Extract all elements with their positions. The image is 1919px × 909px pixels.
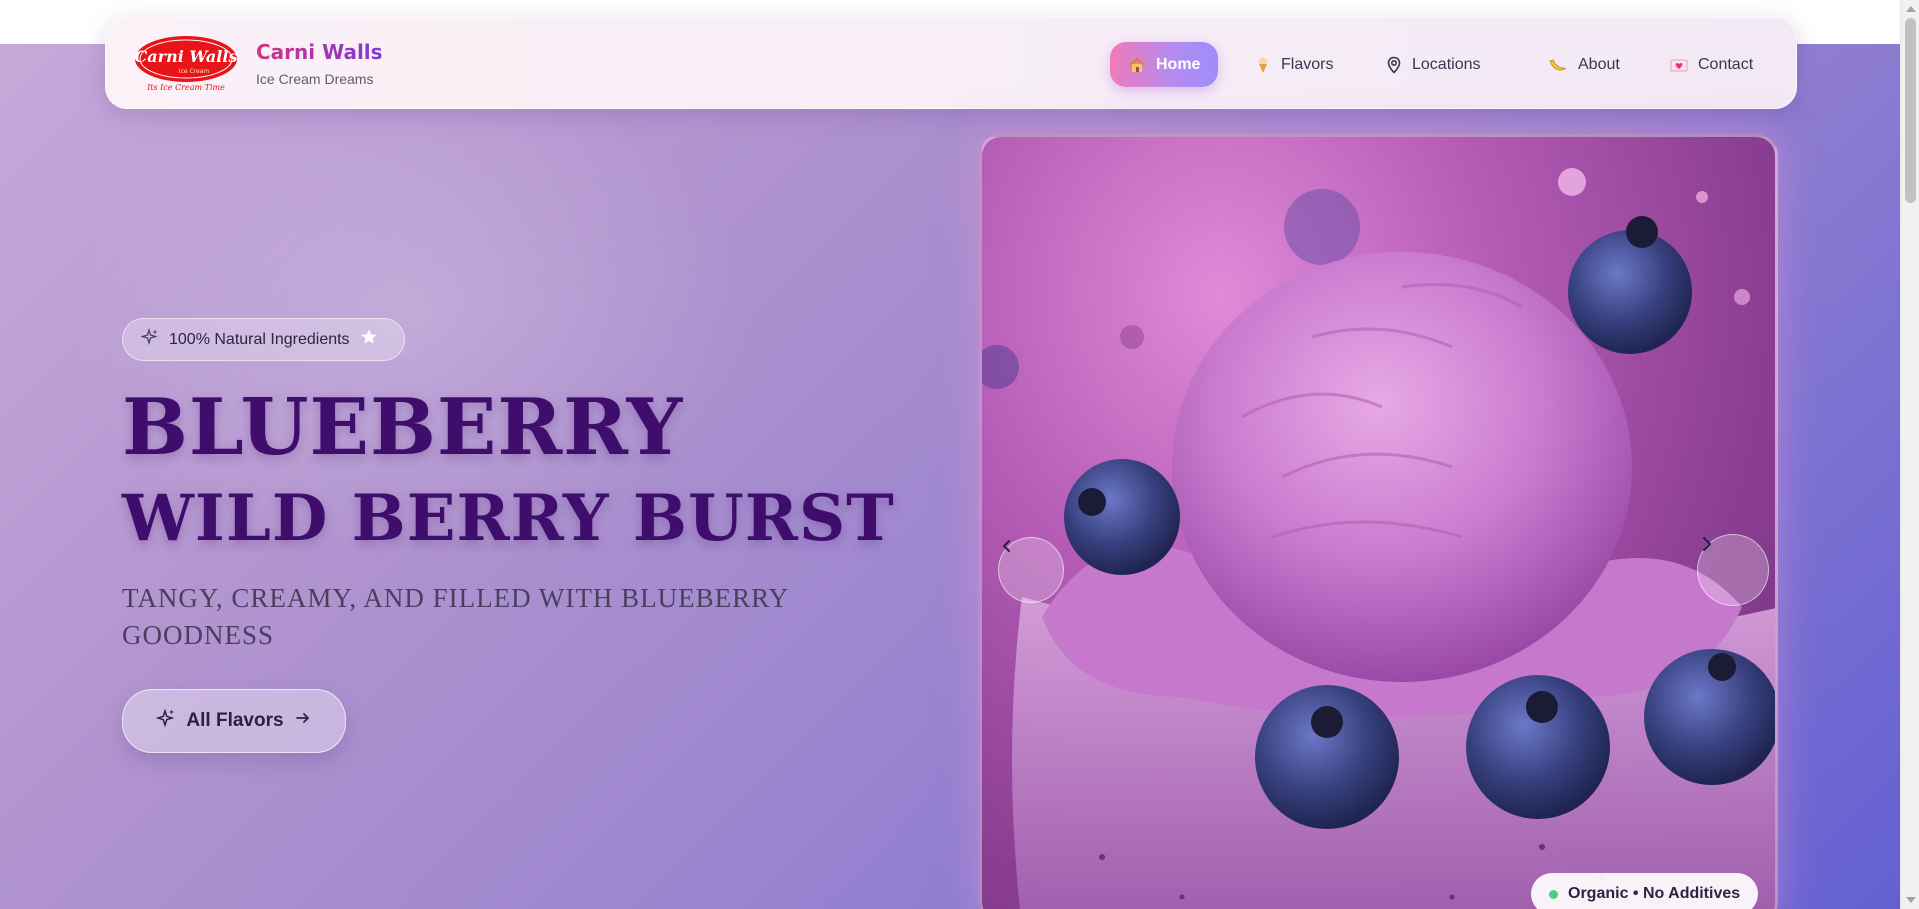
nav-contact[interactable]: Contact — [1652, 42, 1771, 87]
nav-locations-label: Locations — [1412, 55, 1481, 73]
nav-flavors[interactable]: Flavors — [1237, 42, 1351, 87]
nav-locations[interactable]: Locations — [1368, 42, 1499, 87]
svg-text:Its Ice Cream Time: Its Ice Cream Time — [146, 83, 225, 92]
scroll-down-icon[interactable] — [1906, 897, 1916, 903]
carousel-next-button[interactable] — [1697, 534, 1769, 606]
star-icon — [360, 328, 378, 351]
all-flavors-button[interactable]: All Flavors — [122, 689, 346, 753]
sparkles-icon — [155, 708, 176, 734]
map-pin-icon — [1386, 56, 1402, 74]
hero-description: TANGY, CREAMY, AND FILLED WITH BLUEBERRY… — [122, 583, 789, 650]
flavor-carousel: Organic • No Additives — [979, 134, 1778, 909]
hero-title: BLUEBERRY — [122, 382, 684, 473]
organic-badge: Organic • No Additives — [1531, 873, 1759, 909]
blueberry-ice-cream-image — [982, 168, 1775, 909]
status-dot — [1549, 889, 1558, 899]
nav-contact-label: Contact — [1698, 55, 1754, 73]
house-icon — [1128, 56, 1146, 74]
nav-home-label: Home — [1156, 55, 1201, 73]
brand-logo[interactable]: Carni Walls Ice Cream Its Ice Cream Time — [134, 35, 238, 93]
banana-icon — [1548, 57, 1568, 73]
badge-label: 100% Natural Ingredients — [169, 330, 350, 348]
natural-ingredients-badge: 100% Natural Ingredients — [122, 318, 405, 361]
navbar: Carni Walls Ice Cream Its Ice Cream Time… — [105, 17, 1797, 109]
ice-cream-cone-icon — [1255, 56, 1271, 74]
all-flavors-label: All Flavors — [186, 710, 284, 731]
nav-about[interactable]: About — [1530, 42, 1638, 87]
brand-tagline: Ice Cream Dreams — [256, 71, 374, 87]
carousel-prev-button[interactable] — [998, 537, 1064, 603]
svg-text:Carni Walls: Carni Walls — [135, 47, 238, 66]
hero-subtitle: WILD BERRY BURST — [122, 481, 895, 556]
heart-letter-icon — [1670, 58, 1688, 72]
brand-name[interactable]: Carni Walls — [256, 40, 383, 64]
nav-about-label: About — [1578, 55, 1620, 73]
sparkles-icon — [140, 327, 159, 351]
nav-flavors-label: Flavors — [1281, 55, 1334, 73]
svg-text:Ice Cream: Ice Cream — [179, 68, 210, 75]
scrollbar-thumb[interactable] — [1905, 18, 1916, 203]
nav-home[interactable]: Home — [1110, 42, 1219, 87]
scroll-up-icon[interactable] — [1906, 6, 1916, 12]
organic-badge-label: Organic • No Additives — [1568, 885, 1741, 902]
arrow-right-icon — [294, 709, 312, 733]
page-scrollbar[interactable] — [1900, 0, 1919, 909]
